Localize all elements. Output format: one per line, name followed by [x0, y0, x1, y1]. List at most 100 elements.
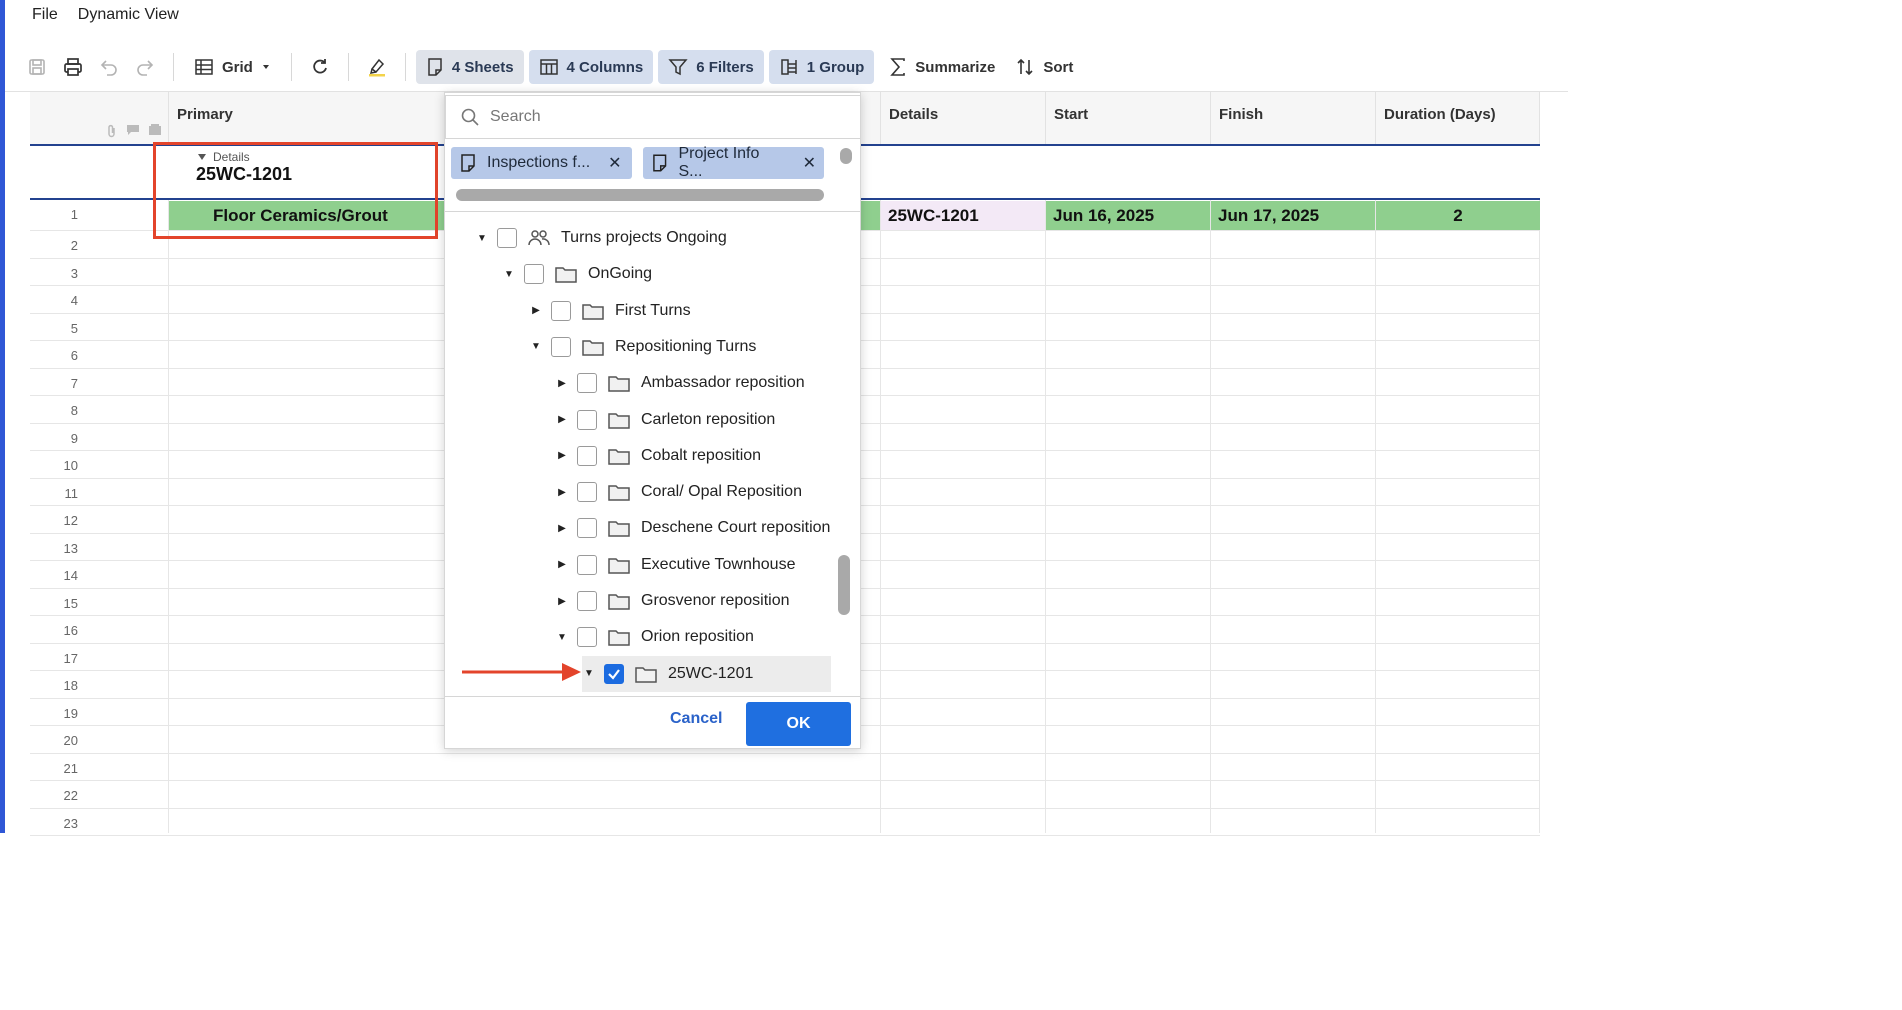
remove-chip-icon[interactable]: ✕ [608, 153, 621, 173]
group-button[interactable]: 1 Group [768, 50, 875, 84]
search-field[interactable] [445, 95, 861, 139]
tree-item-label: Ambassador reposition [641, 374, 805, 392]
row-number: 19 [63, 706, 78, 721]
folder-icon [607, 591, 631, 611]
columns-button[interactable]: 4 Columns [528, 50, 654, 84]
selected-sheet-chip[interactable]: Inspections f... ✕ [451, 147, 632, 179]
tree-item-checkbox[interactable] [577, 518, 597, 539]
folder-icon [607, 555, 631, 575]
row-number-header [30, 92, 169, 145]
caret-right-icon[interactable]: ▶ [529, 305, 543, 316]
row-number: 23 [63, 816, 78, 831]
tree-item[interactable]: ▶ Cobalt reposition [555, 438, 761, 474]
caret-right-icon[interactable]: ▶ [555, 378, 569, 389]
remove-chip-icon[interactable]: ✕ [803, 153, 816, 173]
caret-down-icon[interactable]: ▼ [475, 233, 489, 244]
caret-down-icon[interactable]: ▼ [529, 341, 543, 352]
tree-item[interactable]: ▼ OnGoing [502, 256, 652, 292]
tree-item[interactable]: ▶ Carleton reposition [555, 402, 775, 438]
filters-button[interactable]: 6 Filters [658, 50, 764, 84]
refresh-icon[interactable] [302, 49, 338, 85]
summarize-button[interactable]: Summarize [879, 50, 1005, 84]
cancel-button[interactable]: Cancel [670, 710, 722, 728]
tree-item[interactable]: ▼ 25WC-1201 [582, 655, 831, 692]
undo-icon[interactable] [91, 49, 127, 85]
table-row[interactable] [30, 754, 1540, 781]
highlight-changes-icon[interactable] [359, 49, 395, 85]
tree-item-checkbox[interactable] [577, 554, 597, 575]
caret-right-icon[interactable]: ▶ [555, 559, 569, 570]
chips-horizontal-scrollbar[interactable] [456, 189, 824, 201]
tree-item-checkbox[interactable] [497, 228, 517, 248]
view-selector-button[interactable]: Grid [184, 50, 281, 84]
column-header-finish[interactable]: Finish [1211, 92, 1376, 145]
caret-right-icon[interactable]: ▶ [555, 414, 569, 425]
tree-item[interactable]: ▶ First Turns [529, 293, 691, 329]
tree-item[interactable]: ▼ Turns projects Ongoing [475, 220, 727, 256]
tree-item-checkbox[interactable] [577, 445, 597, 466]
tree-item[interactable]: ▼ Orion reposition [555, 619, 754, 655]
tree-item[interactable]: ▶ Deschene Court reposition [555, 510, 830, 546]
folder-icon [607, 446, 631, 466]
folder-icon [554, 264, 578, 284]
tree-item-label: Turns projects Ongoing [561, 229, 727, 246]
menu-file[interactable]: File [32, 6, 58, 24]
toolbar-divider [290, 53, 292, 81]
folder-icon [581, 337, 605, 357]
tree-item-checkbox[interactable] [577, 373, 597, 394]
arrow-annotation-icon [462, 663, 581, 681]
tree-item[interactable]: ▶ Ambassador reposition [555, 365, 805, 401]
column-header-details[interactable]: Details [881, 92, 1046, 145]
print-icon[interactable] [55, 49, 91, 85]
redo-icon[interactable] [127, 49, 163, 85]
search-input[interactable] [490, 108, 830, 126]
row-number: 1 [70, 207, 78, 222]
tree-item[interactable]: ▶ Coral/ Opal Reposition [555, 474, 802, 510]
toolbar-divider [347, 53, 349, 81]
caret-down-icon[interactable]: ▼ [502, 269, 516, 280]
save-icon[interactable] [19, 49, 55, 85]
tree-item-label: OnGoing [588, 265, 653, 283]
column-header-start[interactable]: Start [1046, 92, 1211, 145]
table-row[interactable] [30, 809, 1540, 836]
tree-item-checkbox[interactable] [604, 663, 624, 684]
tree-scrollbar[interactable] [838, 555, 850, 615]
caret-right-icon[interactable]: ▶ [555, 596, 569, 607]
tree-item-checkbox[interactable] [577, 591, 597, 611]
column-header-duration[interactable]: Duration (Days) [1376, 92, 1540, 145]
sort-icon [1017, 58, 1033, 76]
menu-dynamic-view[interactable]: Dynamic View [78, 6, 179, 24]
filter-icon [668, 59, 688, 76]
toolbar-divider [173, 53, 174, 81]
tree-item-checkbox[interactable] [577, 627, 597, 648]
ok-button[interactable]: OK [746, 702, 851, 746]
sheets-button[interactable]: 4 Sheets [415, 50, 524, 84]
row-number: 7 [70, 376, 78, 391]
tree-item-checkbox[interactable] [577, 409, 597, 430]
people-icon [527, 228, 551, 248]
caret-down-icon[interactable]: ▼ [582, 668, 596, 679]
tree-item-checkbox[interactable] [551, 336, 571, 357]
caret-down-icon[interactable]: ▼ [555, 632, 569, 643]
row-number: 3 [70, 266, 78, 281]
caret-right-icon[interactable]: ▶ [555, 523, 569, 534]
caret-right-icon[interactable]: ▶ [555, 450, 569, 461]
tree-item-checkbox[interactable] [524, 264, 544, 285]
table-row[interactable] [30, 781, 1540, 809]
attachment-icon [108, 124, 115, 138]
folder-icon [607, 627, 631, 647]
left-accent-strip [0, 0, 5, 833]
selected-sheet-chip[interactable]: Project Info S... ✕ [643, 145, 824, 180]
folder-icon [607, 373, 631, 393]
sort-button[interactable]: Sort [1005, 50, 1083, 84]
tree-item-label: Repositioning Turns [615, 337, 757, 355]
tree-item[interactable]: ▶ Executive Townhouse [555, 547, 795, 583]
folder-icon [607, 482, 631, 502]
proof-icon [149, 124, 161, 135]
tree-item-checkbox[interactable] [551, 300, 571, 321]
tree-item-checkbox[interactable] [577, 482, 597, 503]
caret-right-icon[interactable]: ▶ [555, 487, 569, 498]
tree-item[interactable]: ▶ Grosvenor reposition [555, 583, 790, 619]
chips-vertical-scrollbar[interactable] [840, 148, 852, 164]
tree-item[interactable]: ▼ Repositioning Turns [529, 329, 756, 365]
